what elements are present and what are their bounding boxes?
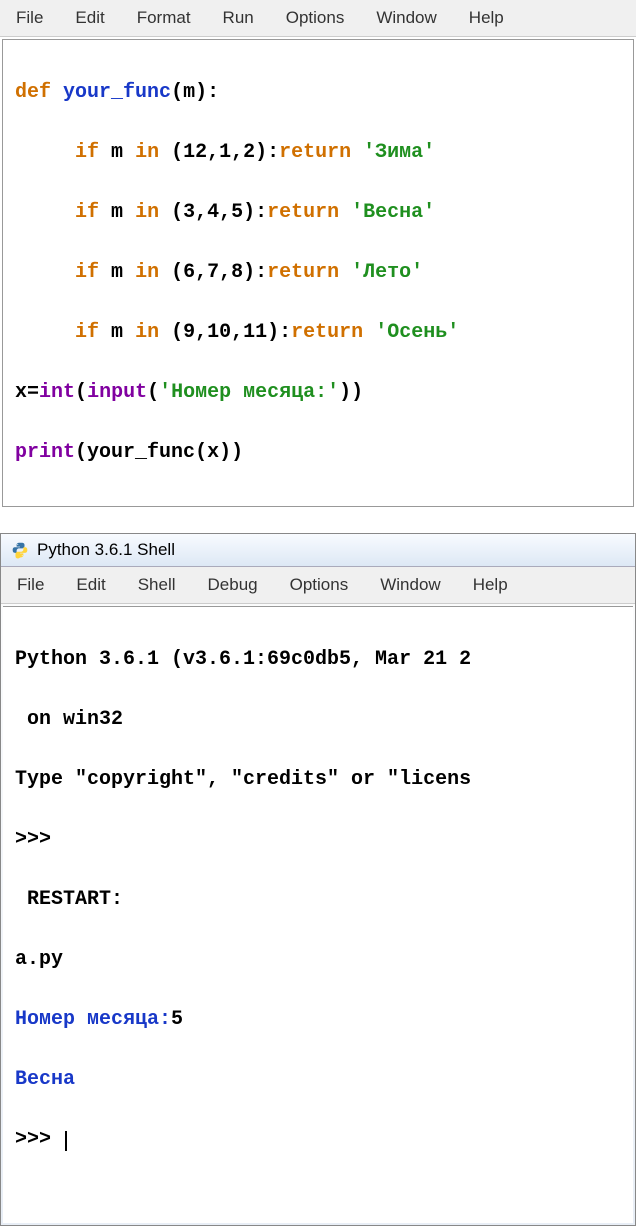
shell-input-line: Номер месяца:5 — [15, 1005, 621, 1035]
colon: : — [255, 261, 267, 284]
string: 'Лето' — [351, 261, 423, 284]
code-line-3: if m in (3,4,5):return 'Весна' — [15, 198, 621, 228]
tuple: (12,1,2) — [171, 141, 267, 164]
paren: )) — [219, 441, 243, 464]
code-line-5: if m in (9,10,11):return 'Осень' — [15, 318, 621, 348]
builtin-print: print — [15, 441, 75, 464]
code-line-6: x=int(input('Номер месяца:')) — [15, 378, 621, 408]
shell-window: Python 3.6.1 Shell File Edit Shell Debug… — [0, 533, 636, 1226]
shell-version-line: Python 3.6.1 (v3.6.1:69c0db5, Mar 21 2 — [15, 645, 621, 675]
tuple: (9,10,11) — [171, 321, 279, 344]
cursor-icon — [65, 1131, 67, 1151]
shell-menu-shell[interactable]: Shell — [122, 571, 192, 599]
keyword-if: if — [75, 261, 99, 284]
string: 'Номер месяца:' — [159, 381, 339, 404]
prompt-marker: >>> — [15, 1128, 51, 1151]
function-call: your_func — [87, 441, 195, 464]
shell-menu-edit[interactable]: Edit — [60, 571, 121, 599]
menu-edit[interactable]: Edit — [59, 4, 120, 32]
builtin-input: input — [87, 381, 147, 404]
input-value: 5 — [171, 1008, 183, 1031]
function-name: your_func — [63, 81, 171, 104]
menu-format[interactable]: Format — [121, 4, 207, 32]
keyword-return: return — [291, 321, 363, 344]
ident-m: m — [111, 321, 123, 344]
shell-output-line: Весна — [15, 1065, 621, 1095]
paren: ( — [75, 441, 87, 464]
keyword-in: in — [135, 321, 159, 344]
code-editor[interactable]: def your_func(m): if m in (12,1,2):retur… — [2, 39, 634, 507]
shell-content[interactable]: Python 3.6.1 (v3.6.1:69c0db5, Mar 21 2 o… — [3, 606, 633, 1223]
shell-title: Python 3.6.1 Shell — [37, 540, 175, 560]
string: 'Весна' — [351, 201, 435, 224]
keyword-if: if — [75, 201, 99, 224]
colon: : — [267, 141, 279, 164]
paren: ( — [75, 381, 87, 404]
keyword-in: in — [135, 201, 159, 224]
code-line-7: print(your_func(x)) — [15, 438, 621, 468]
shell-menu-file[interactable]: File — [1, 571, 60, 599]
keyword-if: if — [75, 141, 99, 164]
keyword-in: in — [135, 141, 159, 164]
equals: = — [27, 381, 39, 404]
menu-window[interactable]: Window — [360, 4, 452, 32]
string: 'Зима' — [363, 141, 435, 164]
menu-run[interactable]: Run — [207, 4, 270, 32]
prompt-marker: >>> — [15, 828, 51, 851]
string: 'Осень' — [375, 321, 459, 344]
tuple: (6,7,8) — [171, 261, 255, 284]
keyword-in: in — [135, 261, 159, 284]
ident-m: m — [111, 141, 123, 164]
keyword-return: return — [267, 201, 339, 224]
shell-menu-debug[interactable]: Debug — [192, 571, 274, 599]
shell-prompt-line: >>> — [15, 825, 621, 855]
params: (m): — [171, 81, 219, 104]
keyword-return: return — [279, 141, 351, 164]
ident-m: m — [111, 261, 123, 284]
paren: )) — [339, 381, 363, 404]
shell-menu-window[interactable]: Window — [364, 571, 456, 599]
paren: ( — [195, 441, 207, 464]
colon: : — [279, 321, 291, 344]
shell-menu-help[interactable]: Help — [457, 571, 524, 599]
python-icon — [11, 541, 29, 559]
keyword-def: def — [15, 81, 51, 104]
shell-type-line: Type "copyright", "credits" or "licens — [15, 765, 621, 795]
code-line-2: if m in (12,1,2):return 'Зима' — [15, 138, 621, 168]
editor-menubar: File Edit Format Run Options Window Help — [0, 0, 636, 37]
menu-options[interactable]: Options — [270, 4, 361, 32]
ident-m: m — [111, 201, 123, 224]
shell-ready-prompt: >>> — [15, 1125, 621, 1155]
input-prompt-text: Номер месяца: — [15, 1008, 171, 1031]
keyword-return: return — [267, 261, 339, 284]
shell-menu-options[interactable]: Options — [274, 571, 365, 599]
menu-help[interactable]: Help — [453, 4, 520, 32]
menu-file[interactable]: File — [0, 4, 59, 32]
shell-menubar: File Edit Shell Debug Options Window Hel… — [1, 567, 635, 604]
shell-filename-line: a.py — [15, 945, 621, 975]
shell-restart-line: RESTART: — [15, 885, 621, 915]
code-line-4: if m in (6,7,8):return 'Лето' — [15, 258, 621, 288]
paren: ( — [147, 381, 159, 404]
keyword-if: if — [75, 321, 99, 344]
colon: : — [255, 201, 267, 224]
ident-x: x — [15, 381, 27, 404]
ident-x: x — [207, 441, 219, 464]
tuple: (3,4,5) — [171, 201, 255, 224]
shell-platform-line: on win32 — [15, 705, 621, 735]
shell-titlebar: Python 3.6.1 Shell — [1, 534, 635, 567]
code-line-1: def your_func(m): — [15, 78, 621, 108]
builtin-int: int — [39, 381, 75, 404]
